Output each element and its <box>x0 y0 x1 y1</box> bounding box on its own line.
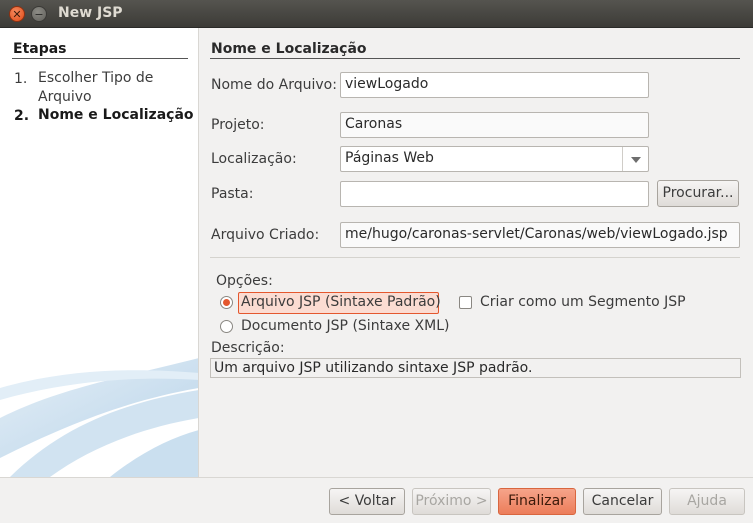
section-divider <box>210 58 740 59</box>
ajuda-button[interactable]: Ajuda <box>669 488 745 515</box>
minimize-window-button[interactable]: − <box>31 6 47 22</box>
cancelar-button[interactable]: Cancelar <box>583 488 662 515</box>
steps-title: Etapas <box>13 41 67 57</box>
window-title: New JSP <box>58 5 123 21</box>
localizacao-value: Páginas Web <box>345 150 434 166</box>
close-window-button[interactable]: ✕ <box>9 6 25 22</box>
bottom-divider <box>0 477 753 478</box>
steps-panel <box>0 28 199 477</box>
description-text: Um arquivo JSP utilizando sintaxe JSP pa… <box>210 358 741 378</box>
finalizar-button[interactable]: Finalizar <box>498 488 576 515</box>
step-2-number: 2. <box>14 108 30 124</box>
radio-jsp-padrao[interactable] <box>220 296 233 309</box>
projeto-field: Caronas <box>340 112 649 138</box>
section-title: Nome e Localização <box>211 41 367 57</box>
procurar-button[interactable]: Procurar... <box>657 180 739 207</box>
chevron-down-icon[interactable] <box>622 147 648 171</box>
voltar-button[interactable]: < Voltar <box>329 488 405 515</box>
localizacao-select[interactable]: Páginas Web <box>340 146 649 172</box>
localizacao-label: Localização: <box>211 151 297 167</box>
projeto-label: Projeto: <box>211 117 265 133</box>
pasta-label: Pasta: <box>211 186 254 202</box>
step-1-number: 1. <box>14 71 28 87</box>
options-title: Opções: <box>216 273 273 289</box>
nome-input[interactable]: viewLogado <box>340 72 649 98</box>
radio-jsp-padrao-label[interactable]: Arquivo JSP (Sintaxe Padrão) <box>241 294 441 310</box>
segmento-checkbox[interactable] <box>459 296 472 309</box>
description-title: Descrição: <box>211 340 285 356</box>
nome-label: Nome do Arquivo: <box>211 77 337 93</box>
criado-label: Arquivo Criado: <box>211 227 320 243</box>
radio-documento-xml-label[interactable]: Documento JSP (Sintaxe XML) <box>241 318 449 334</box>
criado-field: me/hugo/caronas-servlet/Caronas/web/view… <box>340 222 740 248</box>
step-1-label-line1: Escolher Tipo de <box>38 70 154 86</box>
steps-divider <box>12 58 188 59</box>
step-1-label-line2: Arquivo <box>38 89 92 105</box>
proximo-button[interactable]: Próximo > <box>412 488 491 515</box>
decorative-swoosh <box>0 358 198 477</box>
step-2-label: Nome e Localização <box>38 107 194 123</box>
options-separator <box>210 257 740 258</box>
pasta-input[interactable] <box>340 181 649 207</box>
radio-documento-xml[interactable] <box>220 320 233 333</box>
segmento-checkbox-label[interactable]: Criar como um Segmento JSP <box>480 294 686 310</box>
